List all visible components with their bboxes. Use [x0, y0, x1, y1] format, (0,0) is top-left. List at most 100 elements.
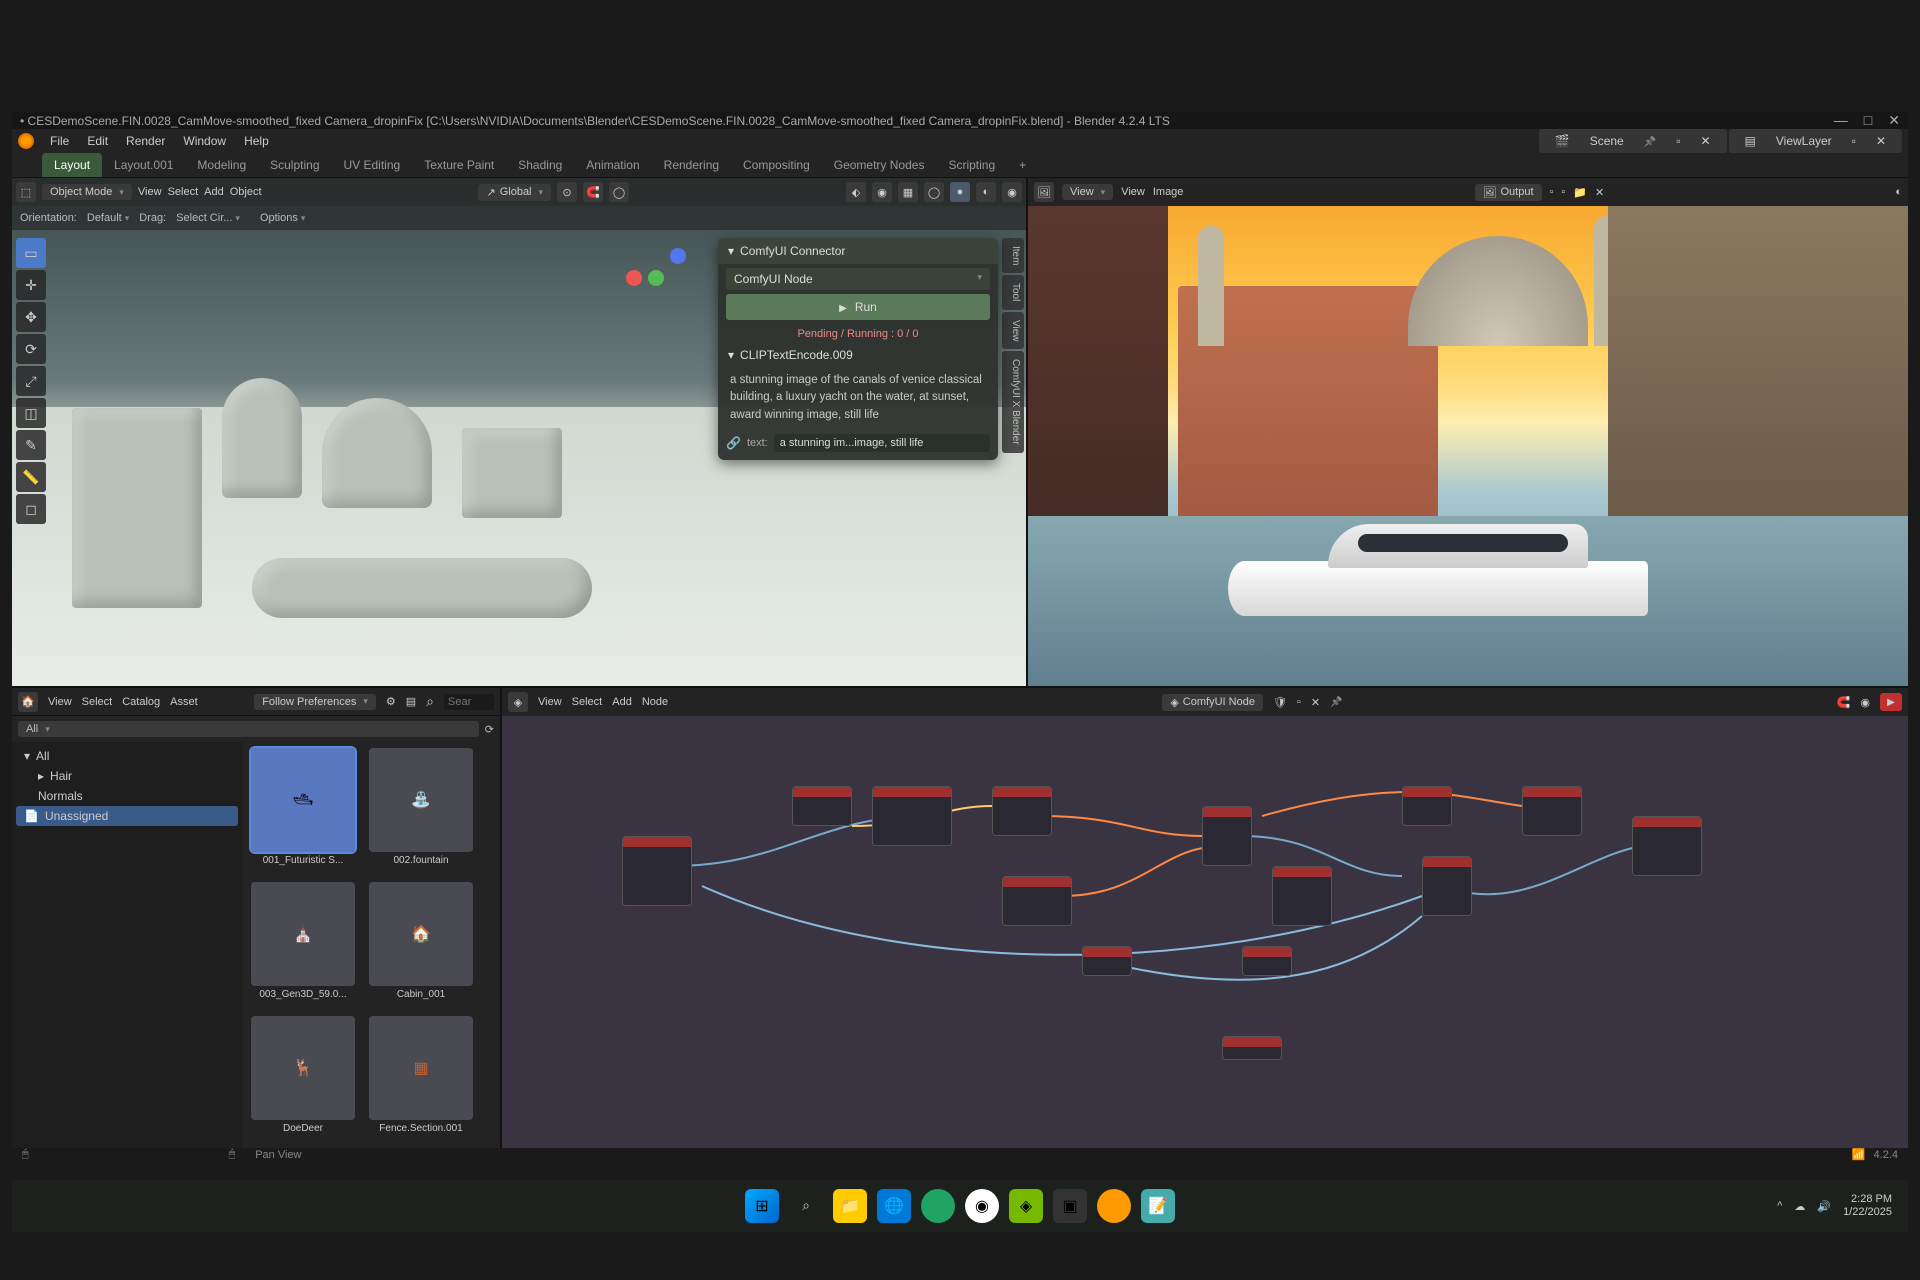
- ab-menu-select[interactable]: Select: [82, 696, 113, 708]
- vp-menu-add[interactable]: Add: [204, 186, 224, 198]
- browse-icon[interactable]: ▫: [1550, 186, 1554, 198]
- taskbar-clock[interactable]: 2:28 PM 1/22/2025: [1843, 1193, 1892, 1219]
- asset-item[interactable]: 🛥001_Futuristic S...: [248, 748, 358, 874]
- editor-type-icon[interactable]: 🖼: [1034, 182, 1054, 202]
- nav-gizmo[interactable]: [626, 248, 686, 308]
- asset-item[interactable]: ⛲002.fountain: [366, 748, 476, 874]
- 3d-viewport[interactable]: ⬚ Object Mode View Select Add Object ↗Gl…: [12, 178, 1028, 686]
- taskbar-explorer-icon[interactable]: 📁: [833, 1189, 867, 1223]
- new-layer-icon[interactable]: ▫: [1844, 131, 1864, 151]
- sidebar-tab-item[interactable]: Item: [1002, 238, 1024, 273]
- snap-icon[interactable]: 🧲: [583, 182, 603, 202]
- menu-render[interactable]: Render: [118, 131, 173, 151]
- node-canvas[interactable]: [502, 716, 1908, 1148]
- asset-item[interactable]: 🦌DoeDeer: [248, 1016, 358, 1142]
- img-menu-view[interactable]: View: [1121, 186, 1145, 198]
- gizmo-toggle-icon[interactable]: ⬖: [846, 182, 866, 202]
- tool-annotate[interactable]: ✎: [16, 430, 46, 460]
- shading-solid-icon[interactable]: ●: [950, 182, 970, 202]
- tab-shading[interactable]: Shading: [506, 153, 574, 177]
- pin-icon[interactable]: [1636, 131, 1664, 151]
- menu-edit[interactable]: Edit: [79, 131, 116, 151]
- nodetree-selector[interactable]: ◈ ComfyUI Node: [1162, 694, 1263, 711]
- axis-y-icon[interactable]: [648, 270, 664, 286]
- menu-file[interactable]: File: [42, 131, 77, 151]
- asset-item[interactable]: ▦Fence.Section.001: [366, 1016, 476, 1142]
- maximize-icon[interactable]: □: [1864, 112, 1872, 129]
- vp-menu-select[interactable]: Select: [168, 186, 199, 198]
- tray-cloud-icon[interactable]: ☁: [1794, 1200, 1805, 1213]
- editor-type-icon[interactable]: ⬚: [16, 182, 36, 202]
- overlay-toggle-icon[interactable]: ◉: [872, 182, 892, 202]
- tab-animation[interactable]: Animation: [574, 153, 651, 177]
- library-filter-dropdown[interactable]: All: [18, 721, 479, 737]
- new-image-icon[interactable]: ▫: [1561, 186, 1565, 198]
- tool-cursor[interactable]: ✛: [16, 270, 46, 300]
- open-image-icon[interactable]: 📁: [1573, 186, 1587, 199]
- comfy-node-dropdown[interactable]: ComfyUI Node: [726, 268, 990, 290]
- node-editor[interactable]: ◈ View Select Add Node ◈ ComfyUI Node 🛡 …: [502, 688, 1908, 1148]
- display-channels-icon[interactable]: ◐: [1895, 186, 1902, 198]
- img-mode-dropdown[interactable]: View: [1062, 184, 1113, 200]
- graph-node[interactable]: [992, 786, 1052, 836]
- comfy-panel-header[interactable]: ▾ ComfyUI Connector: [718, 238, 998, 264]
- link-icon[interactable]: 🔗: [726, 436, 741, 450]
- tool-measure[interactable]: 📏: [16, 462, 46, 492]
- tray-chevron-icon[interactable]: ^: [1777, 1200, 1782, 1212]
- graph-node[interactable]: [1082, 946, 1132, 976]
- tab-compositing[interactable]: Compositing: [731, 153, 822, 177]
- filter-icon[interactable]: ▤: [406, 695, 416, 708]
- comfy-section-header[interactable]: ▾ CLIPTextEncode.009: [718, 344, 998, 366]
- taskbar-terminal-icon[interactable]: ▣: [1053, 1189, 1087, 1223]
- new-scene-icon[interactable]: ▫: [1668, 131, 1688, 151]
- tab-modeling[interactable]: Modeling: [185, 153, 258, 177]
- ne-menu-add[interactable]: Add: [612, 696, 632, 708]
- xray-icon[interactable]: ▦: [898, 182, 918, 202]
- catalog-hair[interactable]: ▸Hair: [16, 766, 238, 786]
- vp-menu-object[interactable]: Object: [230, 186, 262, 198]
- delete-layer-icon[interactable]: ✕: [1868, 131, 1894, 151]
- drag-dropdown[interactable]: Select Cir...: [176, 212, 240, 224]
- tab-layout[interactable]: Layout: [42, 153, 102, 177]
- proportional-icon[interactable]: ◯: [609, 182, 629, 202]
- catalog-normals[interactable]: Normals: [16, 786, 238, 806]
- taskbar-nvidia-icon[interactable]: ◈: [1009, 1189, 1043, 1223]
- sidebar-tab-comfyui[interactable]: ComfyUI X Blender: [1002, 351, 1024, 453]
- taskbar-blender-icon[interactable]: [1097, 1189, 1131, 1223]
- tool-select[interactable]: ▭: [16, 238, 46, 268]
- img-menu-image[interactable]: Image: [1153, 186, 1184, 198]
- comfy-run-button[interactable]: Run: [726, 294, 990, 320]
- graph-node[interactable]: [1522, 786, 1582, 836]
- tab-texturepaint[interactable]: Texture Paint: [412, 153, 506, 177]
- orientation-dropdown[interactable]: Default: [87, 212, 129, 224]
- taskbar-search-icon[interactable]: [789, 1189, 823, 1223]
- pin-icon[interactable]: [1330, 696, 1342, 708]
- editor-type-icon[interactable]: 🏠: [18, 692, 38, 712]
- graph-node[interactable]: [1632, 816, 1702, 876]
- tray-volume-icon[interactable]: 🔊: [1817, 1200, 1831, 1213]
- new-nodetree-icon[interactable]: ▫: [1297, 696, 1301, 708]
- editor-type-icon[interactable]: ◈: [508, 692, 528, 712]
- execute-button[interactable]: [1880, 693, 1902, 711]
- catalog-unassigned[interactable]: 📄Unassigned: [16, 806, 238, 826]
- ab-menu-catalog[interactable]: Catalog: [122, 696, 160, 708]
- tab-scripting[interactable]: Scripting: [936, 153, 1007, 177]
- shading-matprev-icon[interactable]: ◐: [976, 182, 996, 202]
- minimize-icon[interactable]: —: [1834, 112, 1848, 129]
- ab-menu-asset[interactable]: Asset: [170, 696, 198, 708]
- graph-node[interactable]: [1402, 786, 1452, 826]
- menu-window[interactable]: Window: [175, 131, 234, 151]
- import-method-dropdown[interactable]: Follow Preferences: [254, 694, 376, 710]
- graph-node[interactable]: [1222, 1036, 1282, 1060]
- viewlayer-selector[interactable]: ▤ ViewLayer ▫ ✕: [1729, 129, 1902, 153]
- graph-node[interactable]: [1272, 866, 1332, 926]
- tool-rotate[interactable]: ⟳: [16, 334, 46, 364]
- shading-wireframe-icon[interactable]: ◯: [924, 182, 944, 202]
- tool-move[interactable]: ✥: [16, 302, 46, 332]
- image-slot-selector[interactable]: 🖼 Output: [1475, 184, 1542, 201]
- tab-sculpting[interactable]: Sculpting: [258, 153, 331, 177]
- start-button[interactable]: ⊞: [745, 1189, 779, 1223]
- asset-item[interactable]: 🏠Cabin_001: [366, 882, 476, 1008]
- taskbar-app-icon[interactable]: [921, 1189, 955, 1223]
- taskbar-chrome-icon[interactable]: ◉: [965, 1189, 999, 1223]
